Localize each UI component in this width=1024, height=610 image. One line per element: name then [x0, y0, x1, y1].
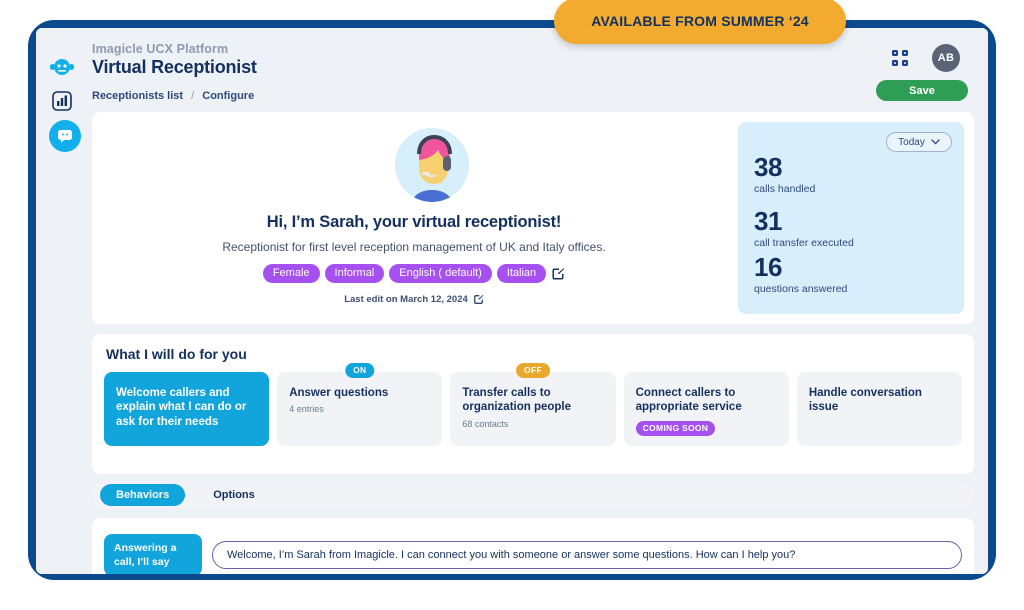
capability-title: Answer questions: [289, 387, 389, 399]
edit-pencil-icon[interactable]: [551, 267, 565, 281]
tag-primary-language[interactable]: English ( default): [389, 264, 492, 283]
chat-bubble-icon[interactable]: [49, 120, 81, 152]
capability-card-list: Welcome callers and explain what I can d…: [104, 363, 963, 446]
stat-questions-answered: 16 questions answered: [754, 254, 847, 295]
capability-subtext: 68 contacts: [462, 418, 509, 429]
save-button[interactable]: Save: [876, 80, 968, 101]
edit-pencil-icon[interactable]: [473, 294, 484, 305]
period-filter-label: Today: [898, 136, 925, 148]
greeting-message-input[interactable]: [212, 541, 962, 569]
stat-calls-handled: 38 calls handled: [754, 154, 815, 195]
status-badge: ON: [345, 363, 375, 378]
breadcrumb: Receptionists list / Configure: [92, 90, 254, 102]
availability-banner: AVAILABLE FROM SUMMER ‘24: [554, 0, 846, 44]
breadcrumb-receptionists-list[interactable]: Receptionists list: [92, 90, 183, 102]
tab-bar: Behaviors Options: [92, 482, 974, 508]
stats-panel: Today 38 calls handled 31 call transfer …: [738, 122, 964, 314]
last-edit-text: Last edit on March 12, 2024: [344, 294, 468, 305]
capability-card-handle-conversation-issue[interactable]: Handle conversation issue: [796, 372, 963, 446]
grid-apps-icon[interactable]: [890, 48, 910, 68]
capabilities-title: What I will do for you: [106, 346, 247, 362]
breadcrumb-separator: /: [191, 90, 195, 102]
coming-soon-badge: COMING SOON: [635, 420, 716, 436]
period-filter-dropdown[interactable]: Today: [886, 132, 952, 152]
receptionist-avatar: [395, 128, 469, 202]
profile-tag-row: Female Informal English ( default) Itali…: [92, 264, 736, 283]
virtual-receptionist-bot-icon[interactable]: [47, 52, 77, 82]
capability-card-welcome-callers[interactable]: Welcome callers and explain what I can d…: [104, 372, 270, 446]
tag-secondary-language[interactable]: Italian: [496, 264, 547, 283]
stat-label: call transfer executed: [754, 237, 854, 249]
tab-behaviors[interactable]: Behaviors: [100, 484, 186, 506]
capability-title: Connect callers to appropriate service: [635, 387, 742, 414]
tab-options[interactable]: Options: [197, 484, 271, 506]
stat-value: 38: [754, 152, 782, 182]
stat-value: 16: [754, 252, 782, 282]
behavior-row: Answering a call, I’ll say: [92, 518, 974, 574]
tag-gender[interactable]: Female: [262, 264, 320, 283]
main-content: Hi, I’m Sarah, your virtual receptionist…: [92, 112, 974, 574]
analytics-chart-icon[interactable]: [47, 86, 77, 116]
capability-title: Welcome callers and explain what I can d…: [116, 387, 247, 428]
breadcrumb-configure[interactable]: Configure: [202, 90, 254, 102]
stat-call-transfer-executed: 31 call transfer executed: [754, 208, 854, 249]
capability-card-connect-callers[interactable]: Connect callers to appropriate service C…: [623, 372, 789, 446]
page-title: Virtual Receptionist: [92, 57, 257, 77]
app-header: Imagicle UCX Platform Virtual Receptioni…: [88, 28, 988, 112]
capability-card-transfer-calls[interactable]: OFF Transfer calls to organization peopl…: [450, 363, 616, 446]
receptionist-profile-card: Hi, I’m Sarah, your virtual receptionist…: [92, 112, 974, 324]
capability-title: Transfer calls to organization people: [462, 387, 572, 414]
stat-label: calls handled: [754, 183, 816, 195]
capabilities-panel: What I will do for you Welcome callers a…: [92, 334, 974, 474]
chevron-down-icon: [931, 137, 940, 148]
greeting-text: Hi, I’m Sarah, your virtual receptionist…: [266, 213, 562, 231]
status-badge: OFF: [516, 363, 550, 378]
left-rail: [36, 28, 88, 574]
capability-card-answer-questions[interactable]: ON Answer questions 4 entries: [277, 363, 443, 446]
capability-title: Handle conversation issue: [808, 387, 922, 414]
last-edit-info: Last edit on March 12, 2024: [92, 294, 736, 305]
tag-tone[interactable]: Informal: [324, 264, 385, 283]
profile-subtitle: Receptionist for first level reception m…: [222, 240, 606, 254]
stat-value: 31: [754, 206, 782, 236]
capability-subtext: 4 entries: [289, 404, 324, 415]
app-page: Imagicle UCX Platform Virtual Receptioni…: [36, 28, 988, 574]
stat-label: questions answered: [754, 283, 848, 295]
behavior-label-answering-a-call[interactable]: Answering a call, I’ll say: [104, 534, 202, 574]
platform-name: Imagicle UCX Platform: [92, 42, 229, 56]
user-avatar[interactable]: AB: [932, 44, 960, 72]
